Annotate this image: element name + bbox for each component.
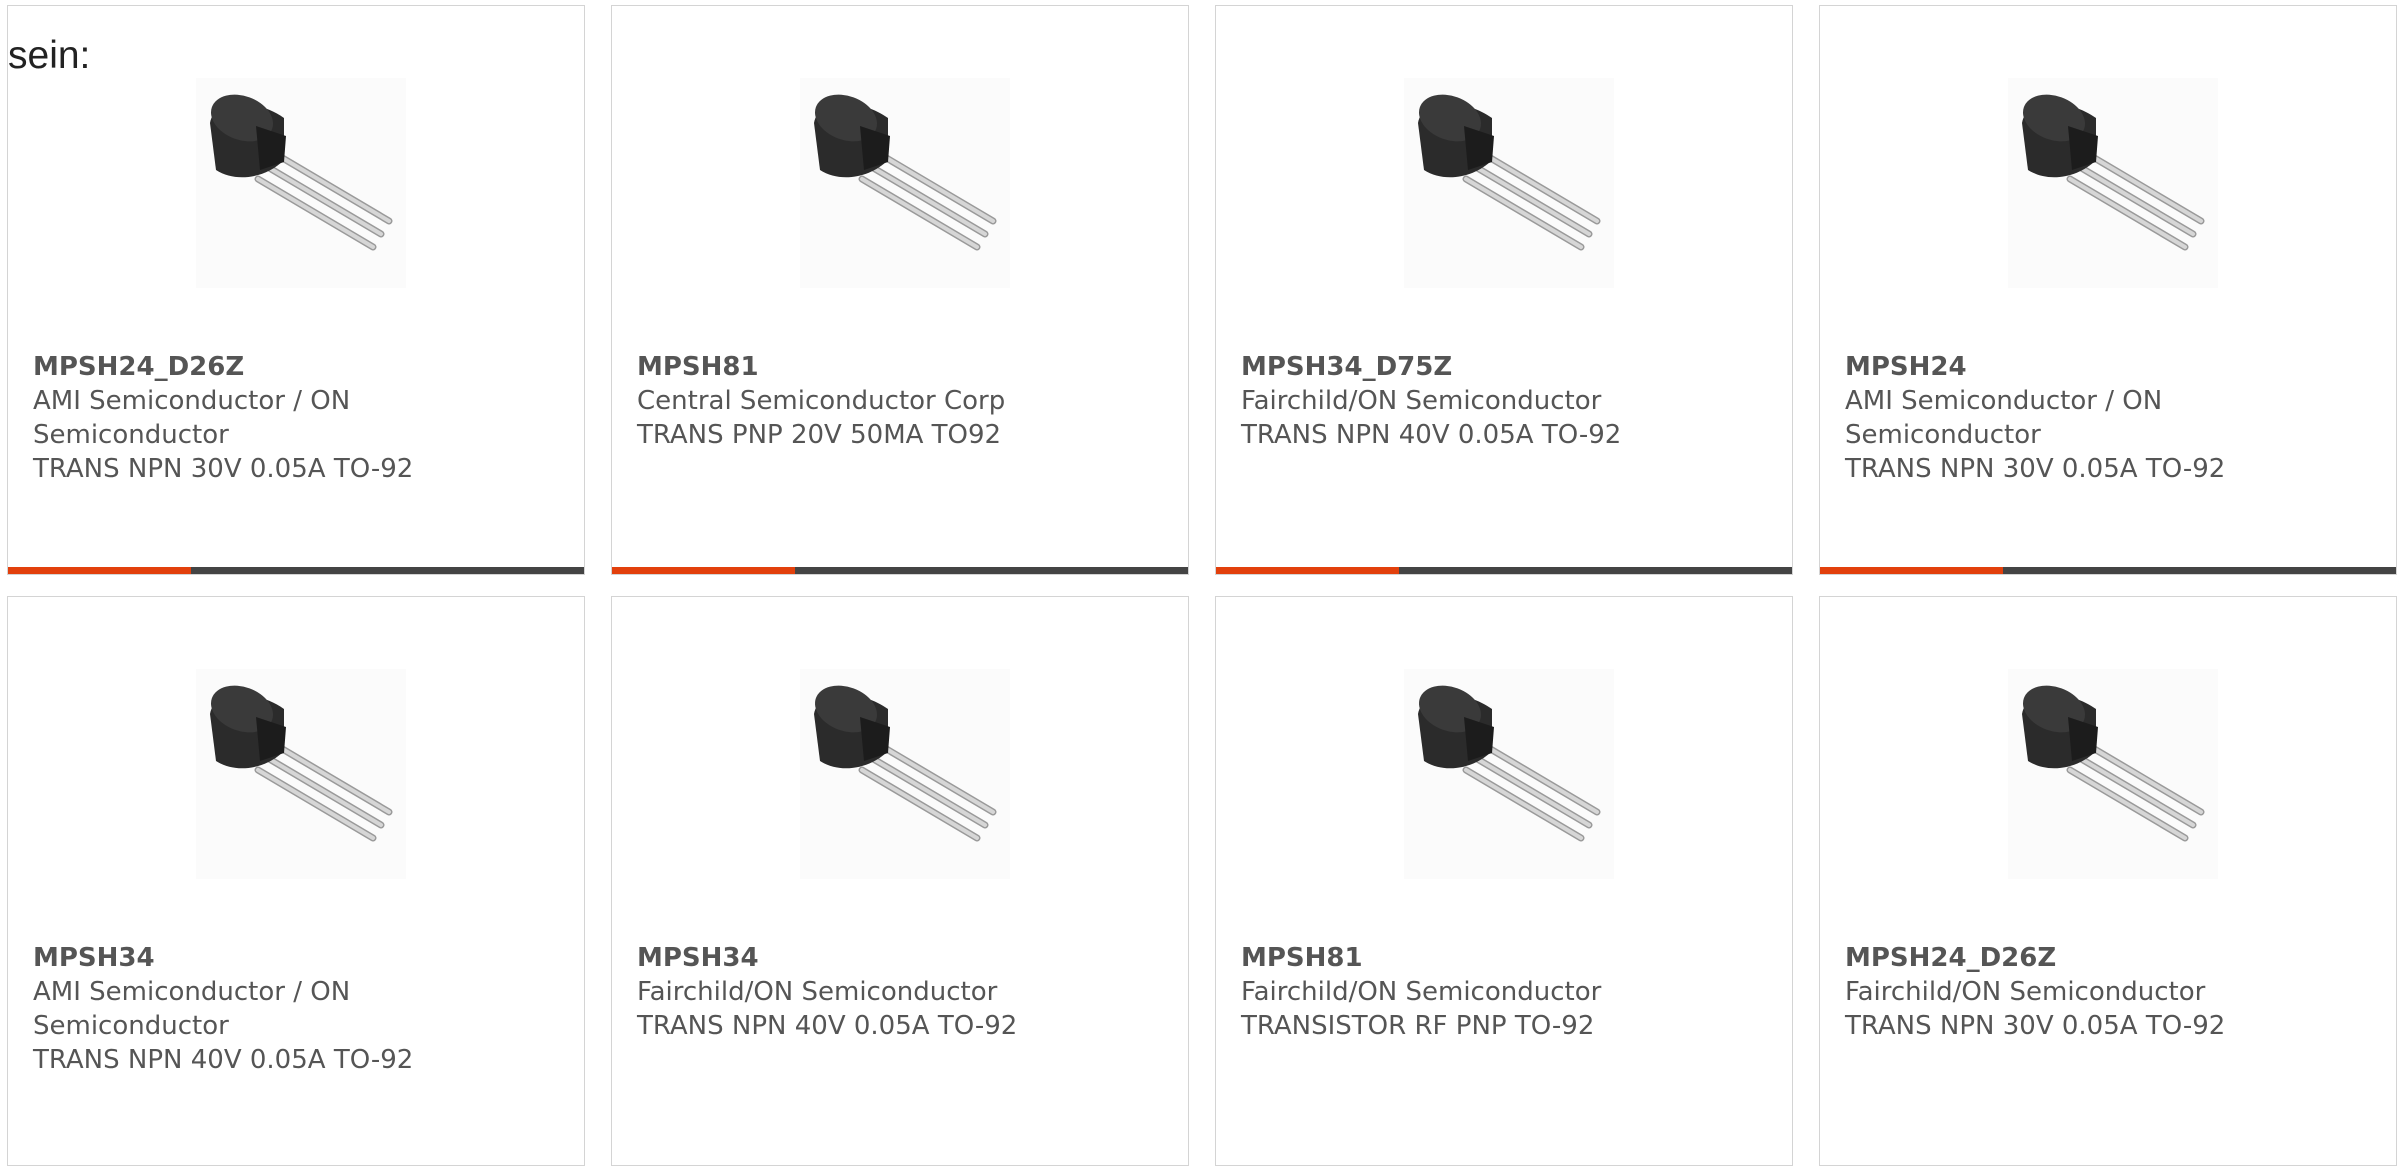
to92-transistor-icon bbox=[2008, 669, 2218, 879]
to92-transistor-icon bbox=[196, 669, 406, 879]
manufacturer-name: AMI Semiconductor / ON Semiconductor bbox=[33, 977, 351, 1041]
card-footer-bar bbox=[1216, 567, 1792, 574]
to92-transistor-icon bbox=[800, 78, 1010, 288]
part-number[interactable]: MPSH34 bbox=[33, 941, 553, 975]
card-footer-bar bbox=[612, 567, 1188, 574]
part-number[interactable]: MPSH34 bbox=[637, 941, 1157, 975]
part-number[interactable]: MPSH24_D26Z bbox=[1845, 941, 2365, 975]
product-description: TRANS NPN 40V 0.05A TO-92 bbox=[637, 1011, 1018, 1041]
product-grid: MPSH24_D26Z AMI Semiconductor / ON Semic… bbox=[7, 5, 2400, 1166]
product-description: TRANS NPN 40V 0.05A TO-92 bbox=[33, 1045, 414, 1075]
part-number[interactable]: MPSH34_D75Z bbox=[1241, 350, 1761, 384]
product-image[interactable] bbox=[800, 78, 1010, 288]
product-card[interactable]: MPSH34 Fairchild/ON Semiconductor TRANS … bbox=[611, 596, 1189, 1166]
product-image[interactable] bbox=[196, 669, 406, 879]
product-description: TRANS NPN 30V 0.05A TO-92 bbox=[1845, 454, 2226, 484]
product-card[interactable]: MPSH81 Fairchild/ON Semiconductor TRANSI… bbox=[1215, 596, 1793, 1166]
part-number[interactable]: MPSH24 bbox=[1845, 350, 2365, 384]
product-card[interactable]: MPSH34 AMI Semiconductor / ON Semiconduc… bbox=[7, 596, 585, 1166]
product-description: TRANS PNP 20V 50MA TO92 bbox=[637, 420, 1002, 450]
to92-transistor-icon bbox=[2008, 78, 2218, 288]
card-footer-bar bbox=[1820, 567, 2396, 574]
part-number[interactable]: MPSH81 bbox=[1241, 941, 1761, 975]
manufacturer-name: AMI Semiconductor / ON Semiconductor bbox=[1845, 386, 2163, 450]
manufacturer-name: Central Semiconductor Corp bbox=[637, 386, 1006, 416]
product-image[interactable] bbox=[2008, 669, 2218, 879]
to92-transistor-icon bbox=[1404, 669, 1614, 879]
product-description: TRANS NPN 40V 0.05A TO-92 bbox=[1241, 420, 1622, 450]
manufacturer-name: Fairchild/ON Semiconductor bbox=[1241, 977, 1602, 1007]
product-card[interactable]: MPSH24_D26Z AMI Semiconductor / ON Semic… bbox=[7, 5, 585, 575]
product-card[interactable]: MPSH34_D75Z Fairchild/ON Semiconductor T… bbox=[1215, 5, 1793, 575]
manufacturer-name: Fairchild/ON Semiconductor bbox=[1241, 386, 1602, 416]
product-image[interactable] bbox=[1404, 669, 1614, 879]
product-image[interactable] bbox=[1404, 78, 1614, 288]
product-card[interactable]: MPSH24 AMI Semiconductor / ON Semiconduc… bbox=[1819, 5, 2397, 575]
to92-transistor-icon bbox=[1404, 78, 1614, 288]
manufacturer-name: Fairchild/ON Semiconductor bbox=[637, 977, 998, 1007]
to92-transistor-icon bbox=[196, 78, 406, 288]
product-image[interactable] bbox=[2008, 78, 2218, 288]
part-number[interactable]: MPSH81 bbox=[637, 350, 1157, 384]
card-footer-bar bbox=[8, 567, 584, 574]
part-number[interactable]: MPSH24_D26Z bbox=[33, 350, 553, 384]
accent-bar bbox=[8, 567, 191, 574]
to92-transistor-icon bbox=[800, 669, 1010, 879]
manufacturer-name: AMI Semiconductor / ON Semiconductor bbox=[33, 386, 351, 450]
product-card[interactable]: MPSH24_D26Z Fairchild/ON Semiconductor T… bbox=[1819, 596, 2397, 1166]
product-card[interactable]: MPSH81 Central Semiconductor Corp TRANS … bbox=[611, 5, 1189, 575]
accent-bar bbox=[1820, 567, 2003, 574]
manufacturer-name: Fairchild/ON Semiconductor bbox=[1845, 977, 2206, 1007]
accent-bar bbox=[612, 567, 795, 574]
product-description: TRANS NPN 30V 0.05A TO-92 bbox=[33, 454, 414, 484]
product-image[interactable] bbox=[196, 78, 406, 288]
product-image[interactable] bbox=[800, 669, 1010, 879]
accent-bar bbox=[1216, 567, 1399, 574]
product-description: TRANSISTOR RF PNP TO-92 bbox=[1241, 1011, 1595, 1041]
product-description: TRANS NPN 30V 0.05A TO-92 bbox=[1845, 1011, 2226, 1041]
intro-text: sein: bbox=[8, 34, 91, 77]
